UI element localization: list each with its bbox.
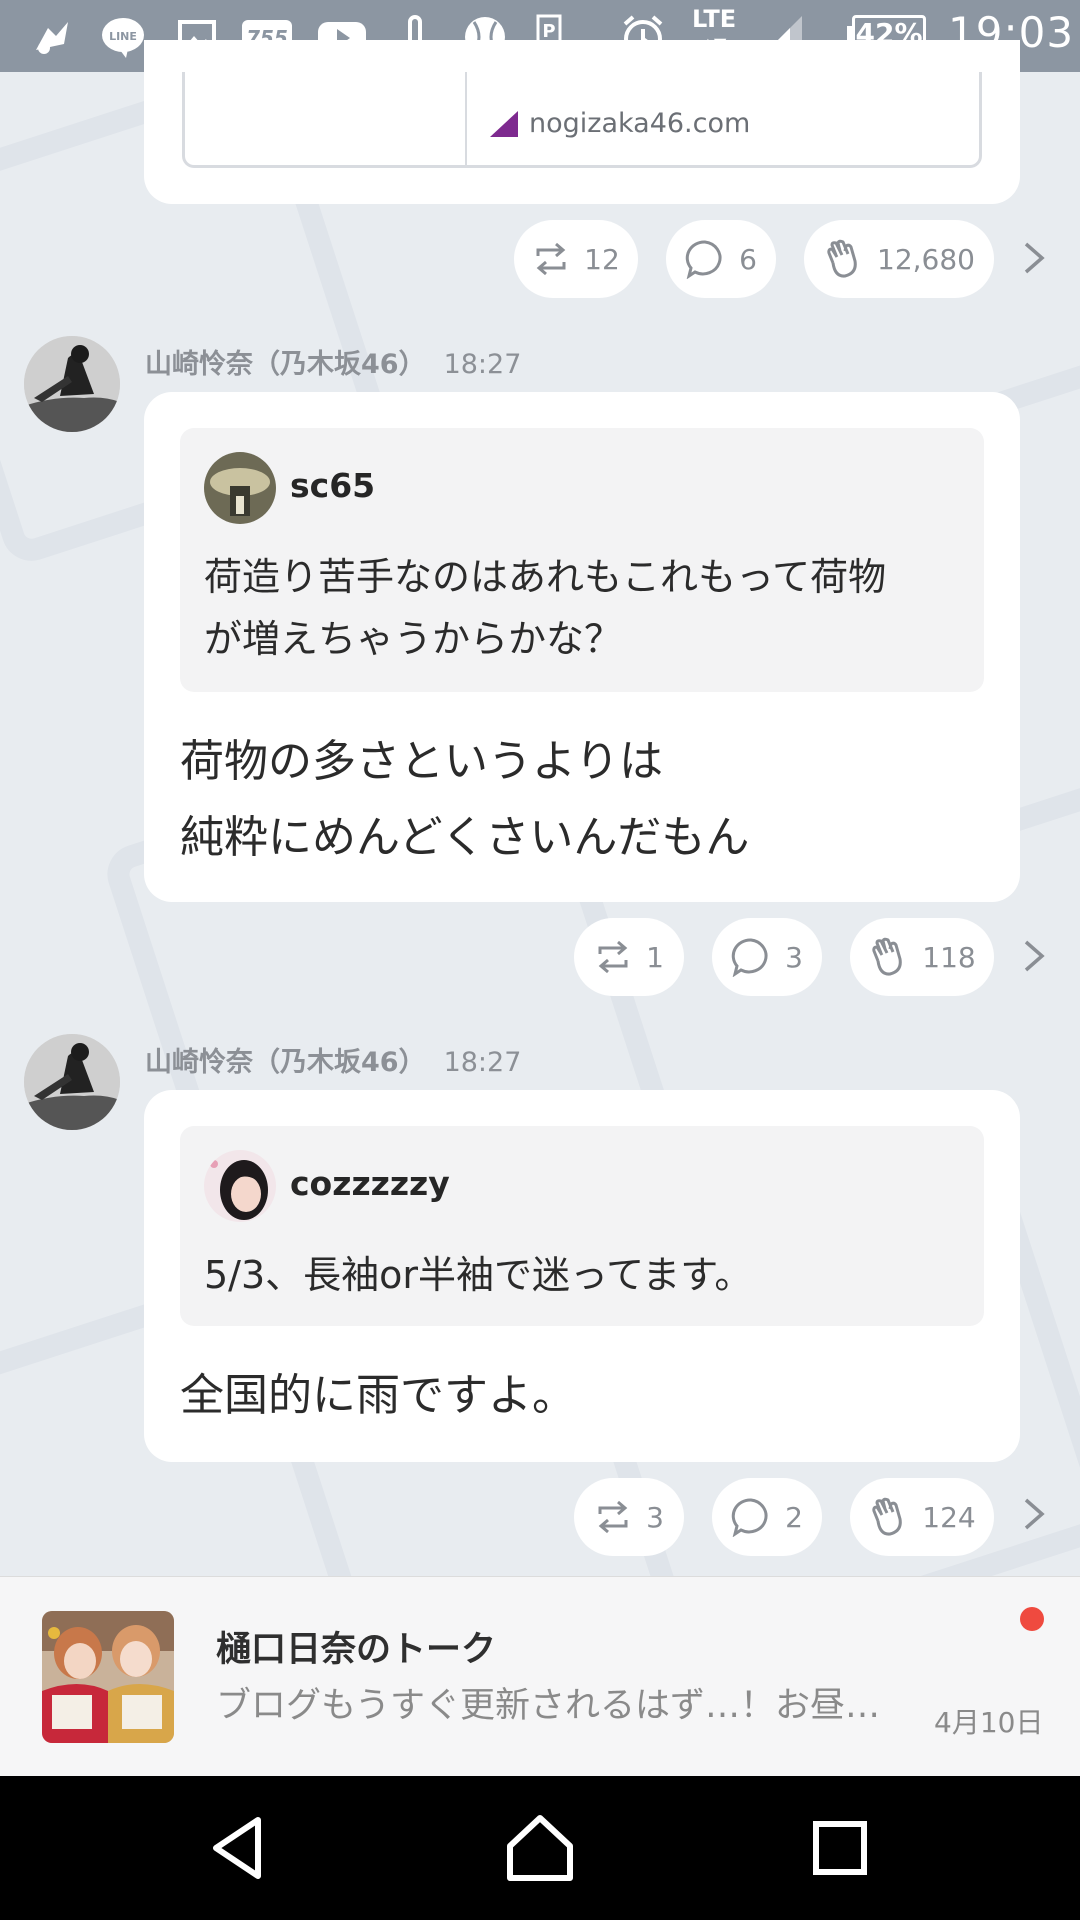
quote-user-avatar — [204, 452, 276, 524]
line-icon: LINE — [102, 18, 144, 58]
quote-username: sc65 — [290, 466, 376, 505]
nogizaka-logo-icon — [490, 111, 518, 137]
repost-button[interactable]: 3 — [574, 1478, 684, 1556]
author-avatar[interactable] — [24, 336, 120, 432]
comment-button[interactable]: 3 — [712, 918, 822, 996]
clap-icon — [872, 1497, 903, 1536]
home-icon[interactable] — [498, 1806, 582, 1890]
author-name[interactable]: 山崎怜奈（乃木坂46） — [145, 349, 426, 380]
reply-text-line: 荷物の多さというよりは — [180, 736, 664, 787]
svg-text:LINE: LINE — [109, 30, 137, 43]
repost-icon — [598, 1500, 628, 1534]
post-time: 18:27 — [443, 349, 522, 380]
svg-text:P: P — [542, 21, 555, 42]
comment-icon — [685, 240, 722, 279]
clap-button[interactable]: 124 — [850, 1478, 994, 1556]
repost-count: 3 — [646, 1500, 664, 1534]
unread-badge — [1020, 1607, 1044, 1631]
clap-count: 118 — [922, 940, 976, 974]
reply-text-line: 純粋にめんどくさいんだもん — [180, 812, 750, 863]
comment-button[interactable]: 6 — [666, 220, 776, 298]
clap-count: 12,680 — [877, 242, 975, 276]
chevron-right-icon[interactable] — [1020, 240, 1048, 276]
quote-user-avatar — [204, 1150, 276, 1222]
talk-notification-bar[interactable]: 樋口日奈のトーク ブログもうすぐ更新されるはず…！お昼… 4月10日 — [0, 1576, 1080, 1777]
comment-count: 6 — [739, 242, 757, 276]
comment-icon — [731, 938, 768, 977]
chevron-right-icon[interactable] — [1020, 1496, 1048, 1532]
repost-button[interactable]: 12 — [514, 220, 638, 298]
notification-app-icon — [36, 22, 68, 54]
repost-button[interactable]: 1 — [574, 918, 684, 996]
talk-date: 4月10日 — [934, 1706, 1044, 1739]
talk-title: 樋口日奈のトーク — [216, 1630, 497, 1670]
link-preview[interactable]: nogizaka46.com — [182, 72, 982, 168]
clap-icon — [872, 937, 903, 976]
author-row: 山崎怜奈（乃木坂46） 18:27 — [145, 342, 521, 381]
clap-icon — [827, 239, 857, 278]
comment-icon — [731, 1498, 768, 1537]
link-domain: nogizaka46.com — [529, 108, 751, 139]
navigation-bar — [0, 1776, 1080, 1920]
repost-count: 12 — [584, 242, 620, 276]
quote-text-line: が増えちゃうからかな？ — [204, 617, 623, 661]
repost-icon — [536, 242, 566, 276]
talk-preview: ブログもうすぐ更新されるはず…！お昼… — [216, 1686, 880, 1726]
author-name[interactable]: 山崎怜奈（乃木坂46） — [145, 1047, 426, 1078]
post-time: 18:27 — [443, 1047, 522, 1078]
quote-username: cozzzzzy — [290, 1164, 450, 1203]
chevron-right-icon[interactable] — [1020, 938, 1048, 974]
repost-count: 1 — [646, 940, 664, 974]
clap-count: 124 — [922, 1500, 976, 1534]
talk-thumbnail — [42, 1611, 174, 1743]
repost-icon — [598, 940, 628, 974]
comment-count: 2 — [785, 1500, 803, 1534]
quote-text-line: 5/3、長袖or半袖で迷ってます。 — [204, 1253, 753, 1297]
link-divider — [465, 72, 467, 165]
comment-button[interactable]: 2 — [712, 1478, 822, 1556]
recent-apps-icon[interactable] — [798, 1806, 882, 1890]
clap-button[interactable]: 118 — [850, 918, 994, 996]
reply-text-line: 全国的に雨ですよ。 — [180, 1370, 576, 1421]
quote-text-line: 荷造り苦手なのはあれもこれもって荷物 — [204, 555, 887, 599]
clap-button[interactable]: 12,680 — [804, 220, 994, 298]
author-avatar[interactable] — [24, 1034, 120, 1130]
author-row: 山崎怜奈（乃木坂46） 18:27 — [145, 1040, 521, 1079]
comment-count: 3 — [785, 940, 803, 974]
back-icon[interactable] — [198, 1806, 282, 1890]
